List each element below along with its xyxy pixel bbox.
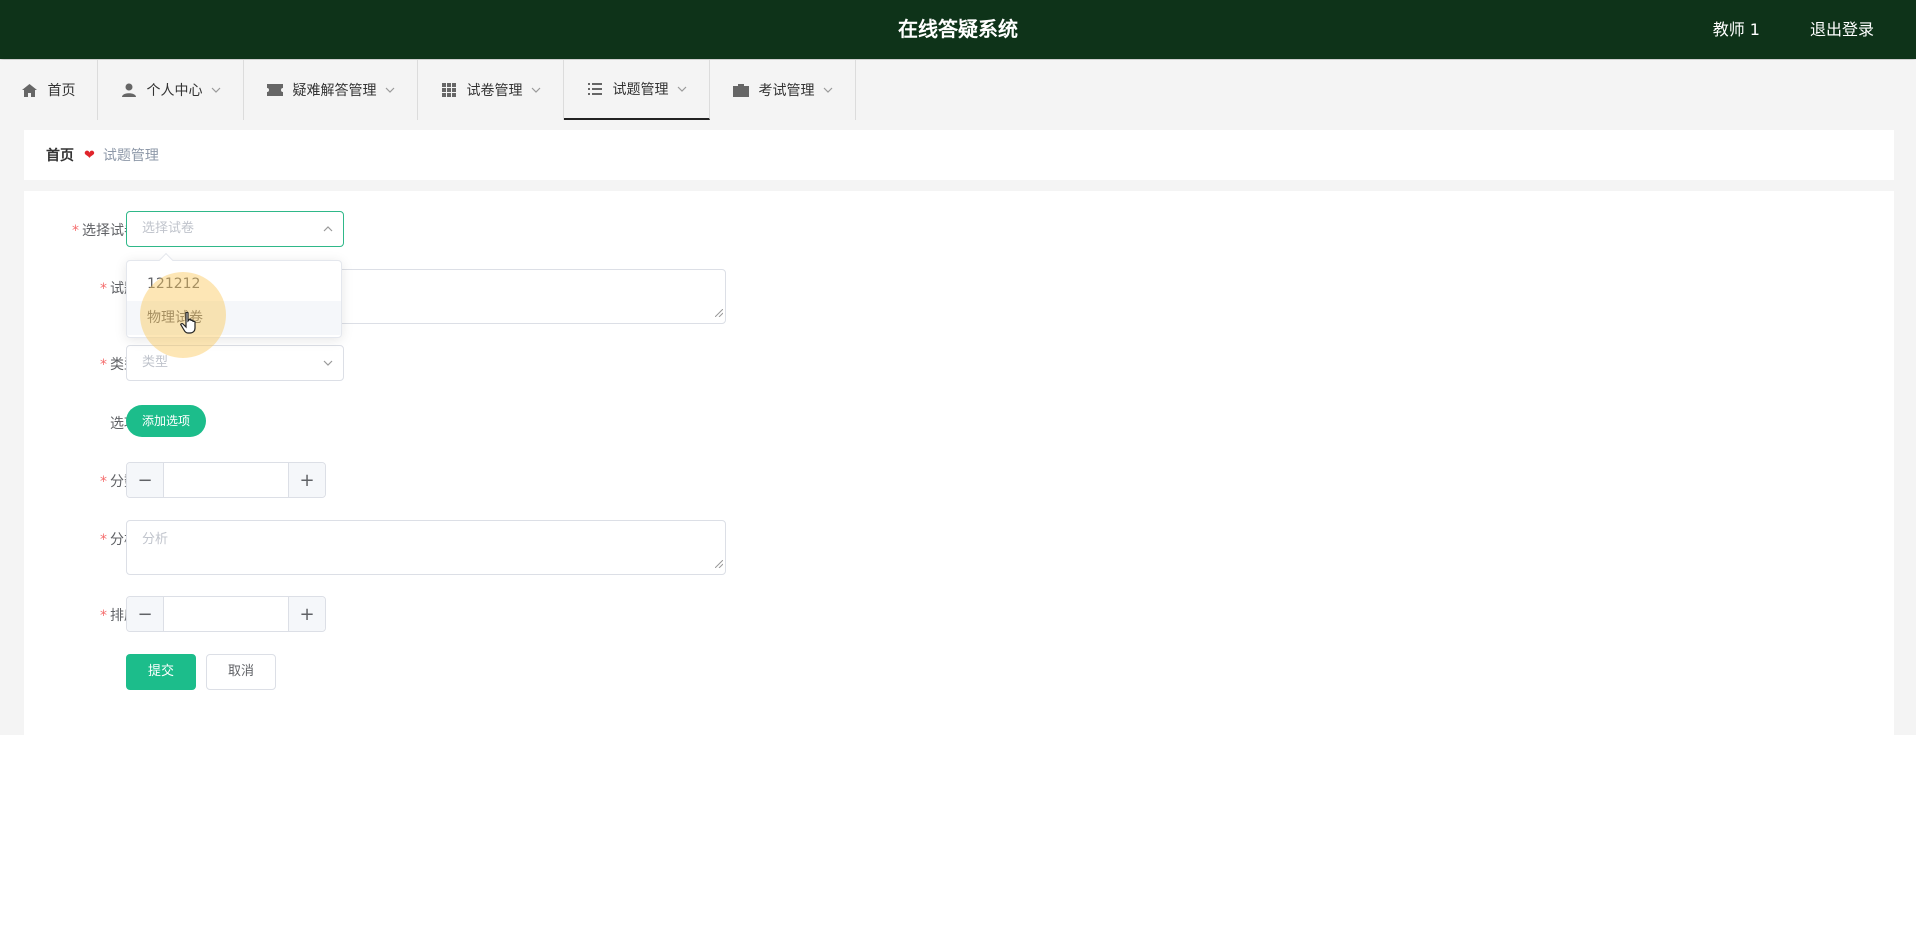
decrement-button[interactable]: − xyxy=(127,597,164,631)
nav-item-label: 考试管理 xyxy=(758,83,815,99)
paper-label: * 选择试卷 xyxy=(72,223,138,239)
question-label: * 试题 xyxy=(100,281,138,297)
hand-pointer-icon xyxy=(180,311,200,338)
paper-select[interactable]: 选择试卷 xyxy=(126,211,344,247)
add-option-button[interactable]: 添加选项 xyxy=(126,405,206,437)
breadcrumb-home[interactable]: 首页 xyxy=(46,145,74,165)
user-icon xyxy=(121,83,137,97)
briefcase-icon xyxy=(732,83,749,97)
required-mark: * xyxy=(72,223,79,239)
score-input[interactable] xyxy=(165,463,287,497)
score-stepper: − + xyxy=(126,462,326,498)
nav-item-question-management[interactable]: 试题管理 xyxy=(564,60,710,120)
options-label: 选项 xyxy=(110,416,138,432)
required-mark: * xyxy=(100,532,107,548)
type-select-placeholder: 类型 xyxy=(142,355,169,370)
nav-item-exam-management[interactable]: 考试管理 xyxy=(710,60,856,120)
nav-item-paper-management[interactable]: 试卷管理 xyxy=(418,60,564,120)
submit-button[interactable]: 提交 xyxy=(126,654,196,690)
main-nav: 首页 个人中心 疑难解答管理 试卷管理 试题管理 考试管理 xyxy=(0,60,1916,120)
chevron-up-icon xyxy=(323,212,333,246)
chevron-down-icon xyxy=(531,85,541,95)
breadcrumb-current: 试题管理 xyxy=(102,148,159,164)
chevron-down-icon xyxy=(211,85,221,95)
nav-item-personal-center[interactable]: 个人中心 xyxy=(98,60,244,120)
nav-item-label: 个人中心 xyxy=(146,83,203,99)
resize-handle-icon[interactable] xyxy=(714,557,724,572)
required-mark: * xyxy=(100,281,107,297)
cancel-button[interactable]: 取消 xyxy=(206,654,276,690)
list-icon xyxy=(587,82,603,96)
increment-button[interactable]: + xyxy=(288,463,325,497)
chevron-down-icon xyxy=(323,346,333,380)
user-name: 教师 1 xyxy=(1712,20,1760,39)
home-icon xyxy=(22,83,38,97)
score-label: * 分数 xyxy=(100,474,138,490)
analysis-placeholder: 分析 xyxy=(142,532,169,547)
app-title: 在线答疑系统 xyxy=(898,17,1018,41)
increment-button[interactable]: + xyxy=(288,597,325,631)
analysis-textarea[interactable]: 分析 xyxy=(126,520,726,575)
order-label: * 排序 xyxy=(100,608,138,624)
decrement-button[interactable]: − xyxy=(127,463,164,497)
order-stepper: − + xyxy=(126,596,326,632)
ticket-icon xyxy=(266,83,283,97)
chevron-down-icon xyxy=(823,85,833,95)
nav-item-label: 疑难解答管理 xyxy=(292,83,377,99)
logout-link[interactable]: 退出登录 xyxy=(1810,0,1874,59)
analysis-label: * 分析 xyxy=(100,532,138,548)
nav-item-home[interactable]: 首页 xyxy=(0,60,98,120)
breadcrumb: 首页 ❤ 试题管理 xyxy=(24,130,1894,180)
heart-icon: ❤ xyxy=(84,147,95,163)
app-header: 在线答疑系统 教师 1 退出登录 xyxy=(0,0,1916,59)
order-input[interactable] xyxy=(165,597,287,631)
grid-icon xyxy=(441,83,457,97)
required-mark: * xyxy=(100,474,107,490)
paper-select-placeholder: 选择试卷 xyxy=(142,221,195,236)
resize-handle-icon[interactable] xyxy=(714,306,724,321)
chevron-down-icon xyxy=(677,84,687,94)
type-label: * 类型 xyxy=(100,357,138,373)
required-mark: * xyxy=(100,357,107,373)
nav-item-qa-management[interactable]: 疑难解答管理 xyxy=(244,60,418,120)
chevron-down-icon xyxy=(385,85,395,95)
nav-item-label: 试题管理 xyxy=(612,82,669,98)
nav-item-label: 试卷管理 xyxy=(466,83,523,99)
nav-item-label: 首页 xyxy=(47,83,76,99)
required-mark: * xyxy=(100,608,107,624)
